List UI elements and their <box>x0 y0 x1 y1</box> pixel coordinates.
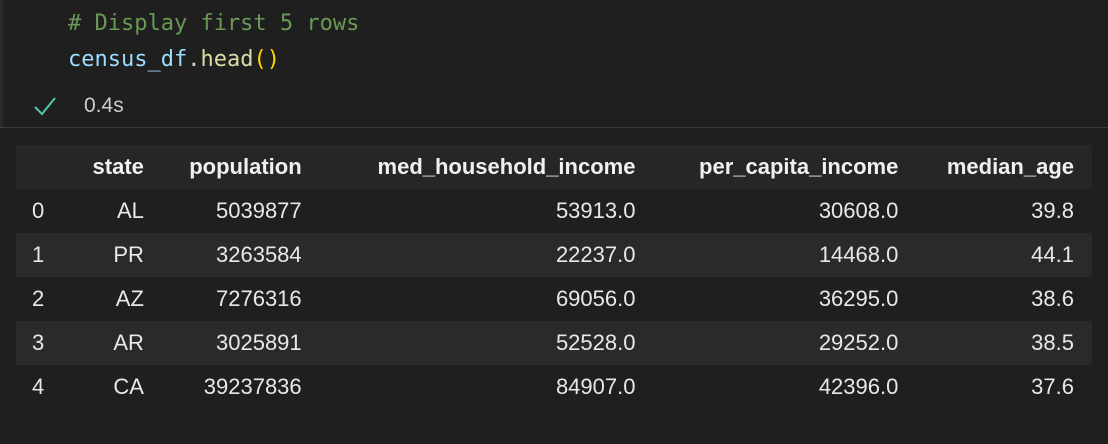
execution-status: 0.4s <box>32 88 124 124</box>
cell-state: AL <box>116 198 144 223</box>
cell-per-capita-income: 30608.0 <box>818 198 899 223</box>
row-index: 0 <box>32 198 45 223</box>
check-icon <box>34 97 56 116</box>
code-comment: # Display first 5 rows <box>68 11 360 36</box>
execution-time: 0.4s <box>84 94 124 117</box>
column-header-median-age: median_age <box>946 154 1074 179</box>
cell-population: 3025891 <box>216 330 302 355</box>
column-header-med-household-income: med_household_income <box>377 154 636 179</box>
row-index: 4 <box>32 374 45 399</box>
cell-per-capita-income: 29252.0 <box>818 330 899 355</box>
cell-median-age: 38.5 <box>1031 330 1074 355</box>
index-header <box>16 145 78 189</box>
cell-per-capita-income: 14468.0 <box>818 242 899 267</box>
row-index: 3 <box>32 330 45 355</box>
dataframe-output: state population med_household_income pe… <box>16 145 1092 409</box>
cell-state: AZ <box>115 286 144 311</box>
cell-median-age: 39.8 <box>1031 198 1074 223</box>
cell-med-household-income: 69056.0 <box>555 286 636 311</box>
cell-med-household-income: 22237.0 <box>555 242 636 267</box>
cell-median-age: 37.6 <box>1031 374 1074 399</box>
code-method: head <box>200 47 254 72</box>
cell-gutter[interactable] <box>0 0 3 128</box>
cell-population: 5039877 <box>216 198 302 223</box>
code-dot: . <box>187 47 201 72</box>
output-divider <box>0 127 1108 128</box>
row-index: 2 <box>32 286 45 311</box>
cell-state: PR <box>113 242 144 267</box>
cell-median-age: 38.6 <box>1031 286 1074 311</box>
cell-med-household-income: 52528.0 <box>555 330 636 355</box>
cell-population: 7276316 <box>216 286 302 311</box>
code-editor[interactable]: # Display first 5 rows census_df.head() <box>68 6 359 78</box>
column-header-population: population <box>189 154 302 179</box>
notebook-cell: # Display first 5 rows census_df.head() 0… <box>0 0 1108 444</box>
row-index: 1 <box>32 242 45 267</box>
table-header-row: state population med_household_income pe… <box>16 145 1092 189</box>
cell-state: CA <box>113 374 144 399</box>
code-line-1: # Display first 5 rows <box>68 6 359 42</box>
table-row: 3 AR 3025891 52528.0 29252.0 38.5 <box>16 321 1092 365</box>
cell-per-capita-income: 36295.0 <box>818 286 899 311</box>
cell-per-capita-income: 42396.0 <box>818 374 899 399</box>
table-row: 0 AL 5039877 53913.0 30608.0 39.8 <box>16 189 1092 233</box>
cell-population: 3263584 <box>216 242 302 267</box>
code-parens: () <box>253 47 280 72</box>
column-header-state: state <box>92 154 144 179</box>
table-row: 4 CA 39237836 84907.0 42396.0 37.6 <box>16 365 1092 409</box>
cell-median-age: 44.1 <box>1031 242 1074 267</box>
cell-population: 39237836 <box>203 374 302 399</box>
cell-med-household-income: 53913.0 <box>555 198 636 223</box>
code-variable: census_df <box>68 47 188 72</box>
table-row: 1 PR 3263584 22237.0 14468.0 44.1 <box>16 233 1092 277</box>
code-line-2: census_df.head() <box>68 42 359 78</box>
table-row: 2 AZ 7276316 69056.0 36295.0 38.6 <box>16 277 1092 321</box>
cell-state: AR <box>113 330 144 355</box>
cell-med-household-income: 84907.0 <box>555 374 636 399</box>
column-header-per-capita-income: per_capita_income <box>699 154 899 179</box>
